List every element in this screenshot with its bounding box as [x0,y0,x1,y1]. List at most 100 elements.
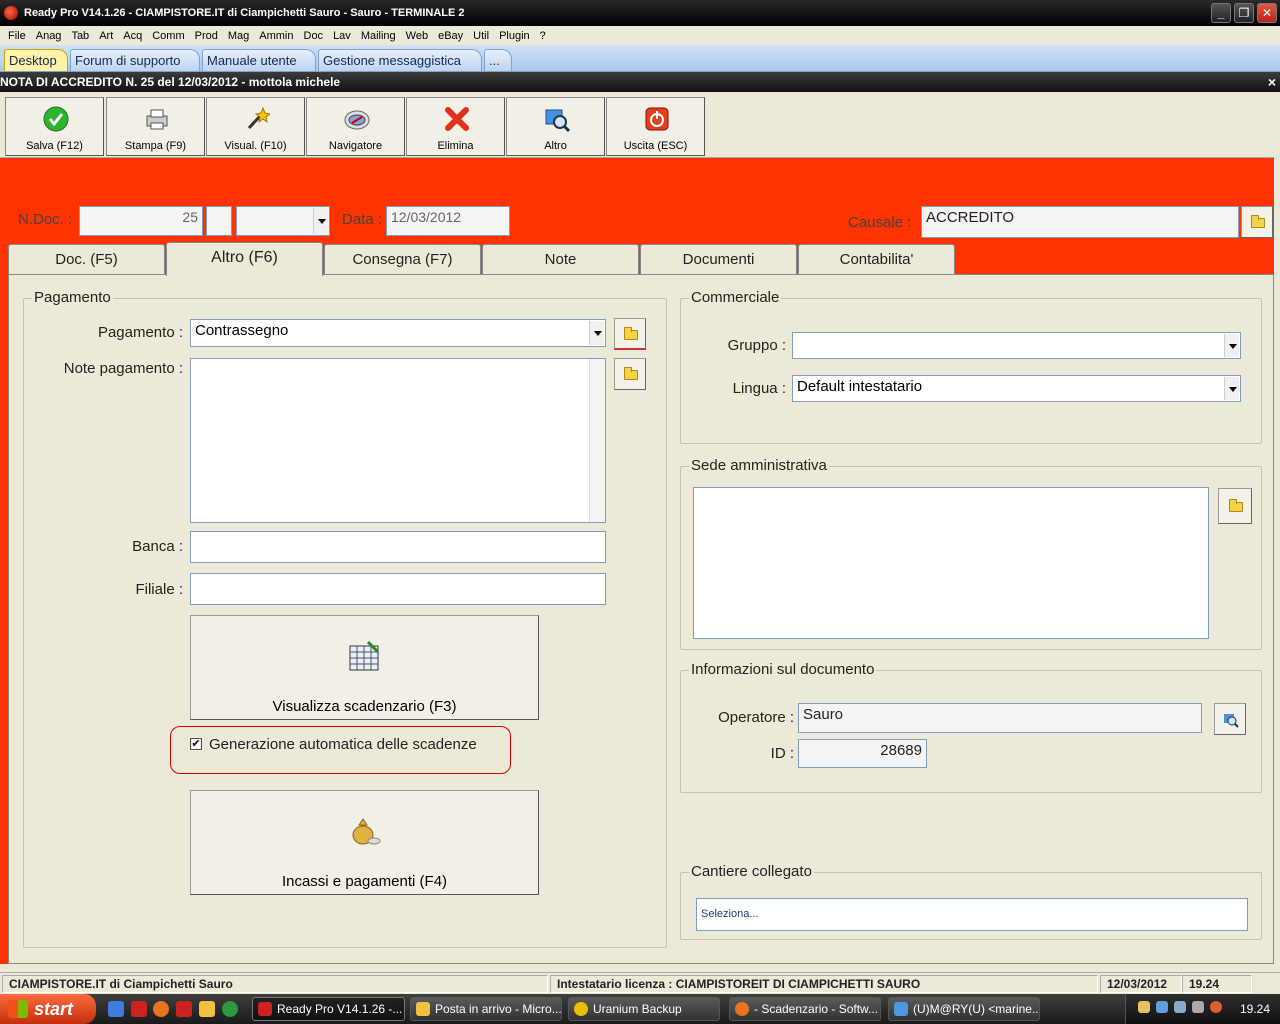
menu-comm[interactable]: Comm [147,30,189,42]
incassi-label: Incassi e pagamenti (F4) [281,873,448,890]
menu-web[interactable]: Web [401,30,433,42]
view-button[interactable]: Visual. (F10) [206,97,305,156]
task-readypro[interactable]: Ready Pro V14.1.26 -... [252,997,405,1021]
mail-icon [416,1002,430,1016]
ndoc-series-select[interactable] [236,206,330,236]
exit-label: Uscita (ESC) [623,140,688,152]
menu-file[interactable]: File [3,30,31,42]
tab-manuale[interactable]: Manuale utente [202,49,316,71]
operatore-search-button[interactable] [1214,703,1246,735]
tab-documenti[interactable]: Documenti [640,244,797,275]
delete-button[interactable]: Elimina [406,97,505,156]
causale-browse-button[interactable] [1241,206,1273,238]
menu-lav[interactable]: Lav [328,30,356,42]
lingua-select[interactable]: Default intestatario [792,375,1241,402]
close-window-button[interactable]: ✕ [1257,3,1277,23]
pagamento-select[interactable]: Contrassegno [190,319,606,347]
system-tray: 19.24 [1125,994,1280,1024]
menu-mag[interactable]: Mag [223,30,254,42]
ndoc-field[interactable]: 25 [79,206,203,236]
tab-doc[interactable]: Doc. (F5) [8,244,165,275]
menu-util[interactable]: Util [468,30,494,42]
compass-icon [344,110,370,130]
chevron-down-icon [1224,334,1239,357]
search-icon[interactable] [1192,1001,1204,1013]
note-scrollbar[interactable] [589,359,605,522]
menu-help[interactable]: ? [535,30,551,42]
menu-tab[interactable]: Tab [66,30,94,42]
pagamento-group-title: Pagamento [32,289,113,306]
folder-icon [624,367,638,380]
folder-icon [1229,499,1243,512]
menu-ebay[interactable]: eBay [433,30,468,42]
menu-prod[interactable]: Prod [190,30,223,42]
tray-icon-5[interactable] [1210,1001,1222,1013]
ie-icon[interactable] [108,1001,124,1017]
pagamento-browse-button[interactable] [614,318,646,350]
firefox-icon [735,1002,749,1016]
menu-mailing[interactable]: Mailing [356,30,401,42]
tab-consegna[interactable]: Consegna (F7) [324,244,481,275]
tray-icon-1[interactable] [1138,1001,1150,1013]
save-button[interactable]: Salva (F12) [5,97,104,156]
print-button[interactable]: Stampa (F9) [106,97,205,156]
tab-messaggistica[interactable]: Gestione messaggistica [318,49,482,71]
note-pagamento-textarea[interactable] [190,358,606,523]
tray-icon-3[interactable] [1174,1001,1186,1013]
task-messenger[interactable]: (U)M@RY(U) <marine... [888,997,1040,1021]
exit-button[interactable]: Uscita (ESC) [606,97,705,156]
readypro-quick-icon[interactable] [131,1001,147,1017]
incassi-button[interactable]: Incassi e pagamenti (F4) [190,790,539,895]
maximize-button[interactable]: ❐ [1234,3,1254,23]
status-time: 19.24 [1182,975,1252,993]
causale-label: Causale : [848,214,912,231]
menu-anag[interactable]: Anag [31,30,67,42]
auto-gen-checkbox[interactable]: ✔ [190,738,202,750]
filiale-field[interactable] [190,573,606,605]
task-scadenzario[interactable]: - Scadenzario - Softw... [729,997,881,1021]
filiale-label: Filiale : [135,581,183,598]
tab-altro[interactable]: Altro (F6) [166,242,323,276]
other-button[interactable]: Altro [506,97,605,156]
firefox-icon[interactable] [153,1001,169,1017]
ndoc-suffix-field[interactable] [206,206,232,236]
sede-browse-button[interactable] [1218,488,1252,524]
tab-desktop[interactable]: Desktop [4,49,68,71]
menu-acq[interactable]: Acq [118,30,147,42]
tab-more[interactable]: ... [484,49,512,71]
date-field[interactable]: 12/03/2012 [386,206,510,236]
printer-icon [146,109,168,130]
start-button[interactable]: start [0,994,96,1024]
close-document-button[interactable]: × [1268,72,1276,92]
note-browse-button[interactable] [614,358,646,390]
menu-doc[interactable]: Doc [299,30,329,42]
toolbar: Salva (F12) Stampa (F9) Visual. (F10) Na… [0,92,1274,158]
gruppo-select[interactable] [792,332,1241,359]
note-pagamento-label: Note pagamento : [63,360,183,377]
task-uranium[interactable]: Uranium Backup [568,997,720,1021]
delete-label: Elimina [437,140,474,152]
desktop-tab-bar: Desktop Forum di supporto Manuale utente… [0,45,1280,72]
banca-field[interactable] [190,531,606,563]
causale-field[interactable]: ACCREDITO [921,206,1239,238]
menu-ammin[interactable]: Ammin [254,30,298,42]
menu-art[interactable]: Art [94,30,118,42]
navigator-button[interactable]: Navigatore [306,97,405,156]
power-icon [645,107,669,131]
tab-forum[interactable]: Forum di supporto [70,49,200,71]
tab-contabilita[interactable]: Contabilita' [798,244,955,275]
tab-note[interactable]: Note [482,244,639,275]
scadenzario-button[interactable]: Visualizza scadenzario (F3) [190,615,539,720]
chrome-icon[interactable] [222,1001,238,1017]
cantiere-select[interactable]: Seleziona... [696,898,1248,931]
task-outlook[interactable]: Posta in arrivo - Micro... [410,997,562,1021]
readypro-quick-icon-2[interactable] [176,1001,192,1017]
sede-textarea[interactable] [693,487,1209,639]
operatore-field[interactable]: Sauro [798,703,1202,733]
id-field: 28689 [798,739,927,768]
network-icon[interactable] [1156,1001,1168,1013]
menu-plugin[interactable]: Plugin [494,30,535,42]
chevron-down-icon [1224,377,1239,400]
minimize-button[interactable]: _ [1211,3,1231,23]
outlook-icon[interactable] [199,1001,215,1017]
